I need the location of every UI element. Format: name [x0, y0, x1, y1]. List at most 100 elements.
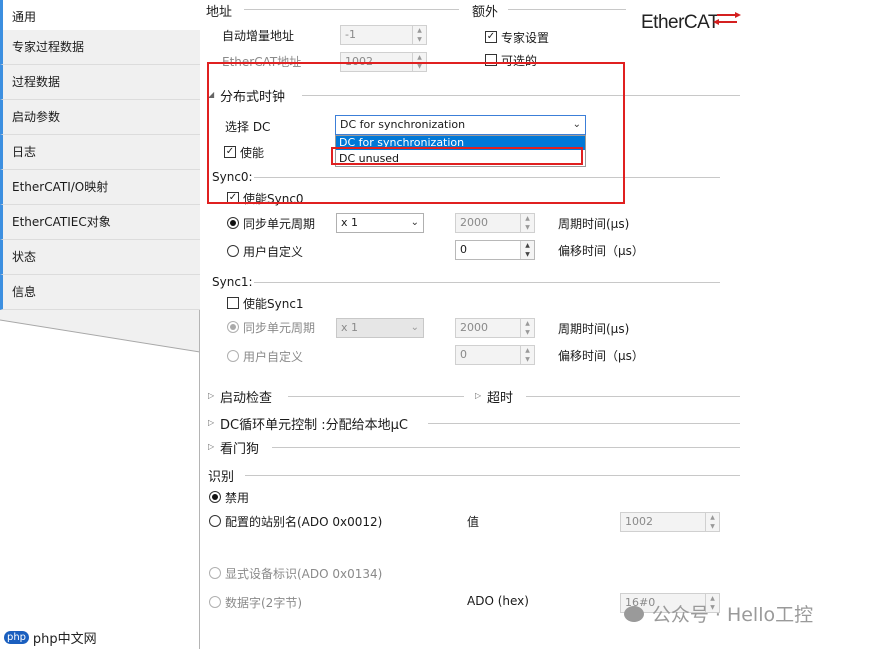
sync1-user-defined-label: 用户自定义 [243, 350, 304, 364]
watchdog-title[interactable]: 看门狗 [220, 438, 259, 457]
sync0-cycle-field[interactable]: 2000 ▲ ▼ [455, 213, 535, 233]
spin-arrows-icon[interactable]: ▲ ▼ [520, 319, 534, 337]
sync0-divider [254, 177, 720, 178]
watermark-left-text: php中文网 [32, 632, 97, 647]
spin-arrows-icon[interactable]: ▲ ▼ [520, 241, 534, 259]
dc-enable-label: 使能 [240, 146, 265, 160]
sync1-sync-unit-radio[interactable] [227, 321, 239, 333]
nav-item-status[interactable]: 状态 [0, 240, 200, 275]
sync0-multiplier-select[interactable]: x 1 ⌄ [336, 213, 424, 233]
timeout-divider [526, 396, 740, 397]
dc-title: 分布式时钟 [220, 90, 286, 105]
dropdown-option-dc-sync[interactable]: DC for synchronization [336, 136, 585, 150]
sync1-divider [254, 282, 720, 283]
chevron-down-icon[interactable]: ⌄ [411, 319, 419, 337]
ethercat-address-label: EtherCAT地址 [222, 55, 302, 69]
sync1-cycle-field[interactable]: 2000 ▲ ▼ [455, 318, 535, 338]
expand-triangle-icon[interactable]: ▷ [208, 391, 214, 400]
identify-title: 识别 [208, 470, 235, 485]
dc-enable-checkbox[interactable]: ✓ [224, 146, 236, 158]
nav-item-process-data[interactable]: 过程数据 [0, 65, 200, 100]
dc-mode-dropdown: DC for synchronization DC unused [335, 135, 586, 167]
sync0-user-defined-radio[interactable] [227, 245, 239, 257]
sync0-offset-unit: 偏移时间（μs） [558, 244, 644, 258]
identify-dataword-label: 数据字(2字节) [225, 596, 302, 610]
sync0-enable-label: 使能Sync0 [243, 192, 304, 206]
identify-explicit-label: 显式设备标识(ADO 0x0134) [225, 567, 383, 581]
sync0-offset-field[interactable]: 0 ▲ ▼ [455, 240, 535, 260]
watchdog-divider [272, 447, 740, 448]
spin-arrows-icon[interactable]: ▲ ▼ [520, 214, 534, 232]
optional-checkbox[interactable] [485, 54, 497, 66]
auto-inc-address-value: -1 [345, 28, 356, 41]
identify-alias-radio[interactable] [209, 515, 221, 527]
identify-alias-field[interactable]: 1002 ▲ ▼ [620, 512, 720, 532]
ethercat-logo-text: EtherCAT [641, 12, 720, 33]
nav-item-iec-objects[interactable]: EtherCATIEC对象 [0, 205, 200, 240]
sync0-offset-value: 0 [460, 243, 467, 256]
nav-item-expert-process-data[interactable]: 专家过程数据 [0, 30, 200, 65]
watermark-right-text: 公众号 · Hello工控 [651, 604, 814, 626]
sync1-user-defined-radio[interactable] [227, 350, 239, 362]
identify-divider [245, 475, 740, 476]
watermark-right: 公众号 · Hello工控 [624, 600, 813, 626]
sync0-sync-unit-label: 同步单元周期 [243, 217, 316, 231]
sync0-sync-unit-radio[interactable] [227, 217, 239, 229]
select-dc-label: 选择 DC [225, 120, 271, 134]
sync0-multiplier-value: x 1 [341, 216, 359, 229]
sync1-multiplier-select[interactable]: x 1 ⌄ [336, 318, 424, 338]
extra-title: 额外 [472, 5, 499, 20]
auto-inc-address-label: 自动增量地址 [222, 29, 295, 43]
chevron-down-icon[interactable]: ⌄ [411, 214, 419, 232]
ethercat-address-field[interactable]: 1002 ▲ ▼ [340, 52, 427, 72]
sync1-offset-unit: 偏移时间（μs） [558, 349, 644, 363]
expert-settings-label: 专家设置 [501, 31, 550, 45]
expand-triangle-icon[interactable]: ▷ [208, 418, 214, 427]
sync0-user-defined-label: 用户自定义 [243, 245, 304, 259]
dropdown-option-dc-unused[interactable]: DC unused [336, 151, 585, 166]
optional-label: 可选的 [501, 54, 538, 68]
logo-arrow-icon [713, 12, 741, 25]
auto-inc-address-field[interactable]: -1 ▲ ▼ [340, 25, 427, 45]
expand-triangle-icon[interactable]: ▷ [208, 442, 214, 451]
spin-arrows-icon[interactable]: ▲ ▼ [520, 346, 534, 364]
collapse-triangle-icon[interactable]: ◢ [208, 90, 214, 99]
startup-check-title[interactable]: 启动检查 [220, 387, 272, 406]
ethercat-logo: EtherCAT [641, 12, 743, 42]
sync1-enable-checkbox[interactable] [227, 297, 239, 309]
nav-item-io-mapping[interactable]: EtherCATI/O映射 [0, 170, 200, 205]
expand-triangle-icon[interactable]: ▷ [475, 391, 481, 400]
nav-item-startup-params[interactable]: 启动参数 [0, 100, 200, 135]
timeout-title[interactable]: 超时 [487, 387, 513, 406]
spin-arrows-icon[interactable]: ▲ ▼ [705, 513, 719, 531]
dc-mode-select[interactable]: DC for synchronization ⌄ [335, 115, 586, 135]
nav-item-log[interactable]: 日志 [0, 135, 200, 170]
spin-arrows-icon[interactable]: ▲ ▼ [412, 53, 426, 71]
identify-disable-label: 禁用 [225, 491, 250, 505]
nav-item-info[interactable]: 信息 [0, 275, 200, 310]
identify-dataword-radio[interactable] [209, 596, 221, 608]
identify-disable-radio[interactable] [209, 491, 221, 503]
sync1-cycle-unit: 周期时间(μs) [558, 322, 630, 336]
sync1-enable-label: 使能Sync1 [243, 297, 304, 311]
sync1-offset-value: 0 [460, 348, 467, 361]
sync0-title: Sync0: [212, 170, 253, 184]
dc-cycle-title[interactable]: DC循环单元控制 :分配给本地μC [220, 414, 408, 433]
side-navigation: 通用 专家过程数据 过程数据 启动参数 日志 EtherCATI/O映射 Eth… [0, 0, 200, 649]
sync1-sync-unit-label: 同步单元周期 [243, 321, 316, 335]
sync1-cycle-value: 2000 [460, 321, 488, 334]
expert-settings-checkbox[interactable]: ✓ [485, 31, 497, 43]
sync1-title: Sync1: [212, 275, 253, 289]
wechat-icon [624, 605, 644, 622]
startup-check-divider [288, 396, 464, 397]
identify-value-label: 值 [467, 515, 480, 529]
spin-arrows-icon[interactable]: ▲ ▼ [412, 26, 426, 44]
sync0-cycle-unit: 周期时间(μs) [558, 217, 630, 231]
sync1-offset-field[interactable]: 0 ▲ ▼ [455, 345, 535, 365]
identify-explicit-radio[interactable] [209, 567, 221, 579]
ethercat-address-value: 1002 [345, 55, 373, 68]
sync0-enable-checkbox[interactable]: ✓ [227, 192, 239, 204]
address-divider [244, 9, 459, 10]
sync1-multiplier-value: x 1 [341, 321, 359, 334]
chevron-down-icon[interactable]: ⌄ [573, 116, 581, 134]
